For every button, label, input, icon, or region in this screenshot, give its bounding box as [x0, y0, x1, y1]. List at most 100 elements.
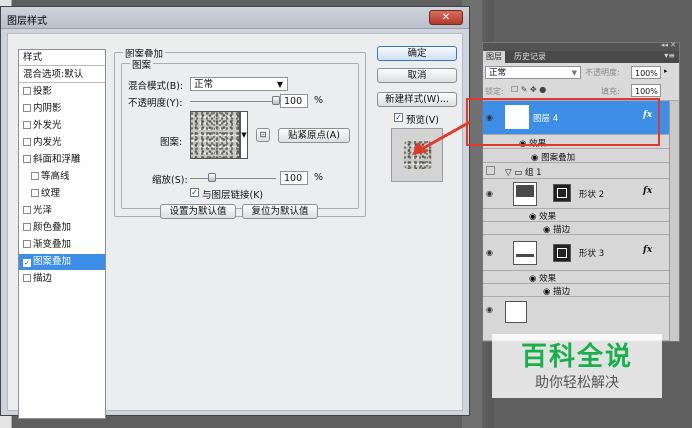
style-checkbox[interactable]: [23, 274, 31, 282]
cancel-button[interactable]: 取消: [377, 68, 457, 83]
collapse-icon[interactable]: ◂◂ ✕: [661, 41, 676, 49]
layer-blend-value: 正常: [489, 68, 507, 78]
style-item-bevel-emboss[interactable]: 斜面和浮雕: [19, 152, 105, 168]
style-checkbox[interactable]: [23, 223, 31, 231]
layer-row-shape2[interactable]: ◉ 形状 2 fx: [483, 179, 679, 209]
style-checkbox[interactable]: [23, 206, 31, 214]
tab-history[interactable]: 历史记录: [511, 51, 549, 63]
style-item-outer-glow[interactable]: 外发光: [19, 118, 105, 134]
opacity-arrow-icon[interactable]: ▸: [664, 67, 668, 75]
layer-blend-select[interactable]: 正常 ▼: [485, 66, 581, 79]
layer-effect-row[interactable]: ◉ 描边: [483, 284, 679, 297]
layer-group-row[interactable]: ▽ ▭ 组 1: [483, 163, 679, 179]
close-button[interactable]: ✕: [429, 10, 463, 25]
vector-mask-thumbnail: [553, 244, 571, 262]
fx-icon[interactable]: fx: [643, 245, 652, 255]
style-item-inner-shadow[interactable]: 内阴影: [19, 101, 105, 117]
link-with-layer-label: 与图层链接(K): [202, 190, 264, 201]
blend-mode-select[interactable]: 正常 ▼: [190, 77, 288, 91]
mask-shape: [557, 188, 567, 198]
fx-icon[interactable]: fx: [643, 186, 652, 196]
eye-icon[interactable]: ◉: [486, 248, 496, 257]
eye-icon[interactable]: ◉: [486, 305, 496, 314]
ok-button[interactable]: 确定: [377, 46, 457, 61]
preview-checkbox[interactable]: ✓: [394, 113, 403, 122]
watermark: 百科全说 助你轻松解决: [492, 334, 662, 398]
style-item-drop-shadow[interactable]: 投影: [19, 84, 105, 100]
layers-scrollbar[interactable]: [669, 101, 679, 341]
reset-default-button[interactable]: 复位为默认值: [242, 204, 318, 219]
new-style-button[interactable]: 新建样式(W)...: [377, 92, 457, 107]
scale-slider-thumb[interactable]: [208, 173, 217, 182]
layers-panel: ◂◂ ✕ 图层 历史记录 ▾≡ 正常 ▼ 不透明度: 100% ▸ 锁定: ☐ …: [482, 41, 680, 342]
opacity-input[interactable]: 100: [280, 94, 308, 108]
style-checkbox-checked[interactable]: ✓: [23, 259, 31, 267]
effect-text: 描边: [553, 225, 571, 235]
layer-opacity-input[interactable]: 100%: [631, 66, 661, 79]
style-item-color-overlay[interactable]: 颜色叠加: [19, 220, 105, 236]
style-checkbox[interactable]: [23, 87, 31, 95]
create-preset-icon[interactable]: ⊡: [256, 128, 270, 142]
blend-mode-label: 混合模式(B):: [128, 81, 184, 92]
style-checkbox[interactable]: [31, 189, 39, 197]
layer-thumbnail: [505, 301, 527, 323]
pattern-dropdown-arrow-icon[interactable]: ▼: [240, 111, 248, 159]
make-default-button[interactable]: 设置为默认值: [160, 204, 236, 219]
style-checkbox[interactable]: [31, 172, 39, 180]
style-item-stroke[interactable]: 描边: [19, 271, 105, 287]
layer-thumbnail: [513, 182, 537, 206]
style-checkbox[interactable]: [23, 155, 31, 163]
dialog-body: 样式 混合选项:默认 投影 内阴影 外发光 内发光 斜面和浮雕 等高线 纹理 光…: [7, 33, 463, 419]
link-with-layer-checkbox[interactable]: ✓: [190, 188, 199, 197]
style-item-label: 光泽: [33, 205, 53, 216]
style-item-texture[interactable]: 纹理: [19, 186, 105, 202]
layer-effect-row[interactable]: ◉ 图案叠加: [483, 149, 679, 163]
visibility-toggle[interactable]: [486, 166, 495, 175]
eye-icon[interactable]: ◉: [486, 189, 496, 198]
layer-style-dialog: 图层样式 ✕ 样式 混合选项:默认 投影 内阴影 外发光 内发光 斜面和浮雕 等…: [0, 6, 470, 419]
dialog-titlebar[interactable]: 图层样式 ✕: [1, 7, 469, 29]
snap-to-origin-button[interactable]: 贴紧原点(A): [278, 128, 350, 143]
shape-fill: [516, 254, 534, 257]
effect-label: ◉ 描边: [543, 287, 571, 297]
panel-menu-icon[interactable]: ▾≡: [664, 51, 675, 60]
fill-input[interactable]: 100%: [631, 84, 661, 97]
layer-name[interactable]: 形状 2: [579, 188, 604, 200]
pattern-swatch[interactable]: [190, 111, 240, 159]
tab-layers[interactable]: 图层: [483, 51, 505, 63]
effects-label: ◉ 效果: [529, 212, 557, 222]
layer-effect-row[interactable]: ◉ 描边: [483, 222, 679, 235]
style-item-label: 颜色叠加: [33, 222, 72, 233]
effect-label: ◉ 图案叠加: [531, 153, 576, 163]
lock-icons[interactable]: ☐ ✎ ✥ ●: [511, 85, 546, 94]
effect-label: ◉ 描边: [543, 225, 571, 235]
style-list-header[interactable]: 样式: [19, 50, 105, 66]
style-item-label: 渐变叠加: [33, 239, 72, 250]
style-item-contour[interactable]: 等高线: [19, 169, 105, 185]
style-item-label: 投影: [33, 86, 53, 97]
style-checkbox[interactable]: [23, 240, 31, 248]
scale-label: 缩放(S):: [152, 175, 188, 186]
style-checkbox[interactable]: [23, 138, 31, 146]
watermark-title: 百科全说: [520, 342, 633, 372]
scale-slider-track[interactable]: [190, 178, 276, 179]
layer-effects-row[interactable]: ◉ 效果: [483, 271, 679, 284]
layer-effects-row[interactable]: ◉ 效果: [483, 209, 679, 222]
style-checkbox[interactable]: [23, 104, 31, 112]
dialog-title: 图层样式: [7, 16, 47, 27]
style-item-satin[interactable]: 光泽: [19, 203, 105, 219]
opacity-slider-track[interactable]: [190, 101, 276, 102]
layer-thumbnail: [513, 241, 537, 265]
scale-input[interactable]: 100: [280, 171, 308, 185]
layers-toolbar: 正常 ▼ 不透明度: 100% ▸ 锁定: ☐ ✎ ✥ ● 填充: 100%: [483, 63, 679, 101]
style-item-inner-glow[interactable]: 内发光: [19, 135, 105, 151]
opacity-slider-thumb[interactable]: [272, 96, 280, 105]
layer-row-shape3[interactable]: ◉ 形状 3 fx: [483, 235, 679, 271]
style-item-blend-options[interactable]: 混合选项:默认: [19, 67, 105, 83]
layer-name[interactable]: 形状 3: [579, 247, 604, 259]
style-list: 样式 混合选项:默认 投影 内阴影 外发光 内发光 斜面和浮雕 等高线 纹理 光…: [18, 49, 106, 419]
watermark-subtitle: 助你轻松解决: [535, 375, 619, 391]
style-item-gradient-overlay[interactable]: 渐变叠加: [19, 237, 105, 253]
style-checkbox[interactable]: [23, 121, 31, 129]
style-item-pattern-overlay[interactable]: ✓ 图案叠加: [19, 254, 105, 270]
